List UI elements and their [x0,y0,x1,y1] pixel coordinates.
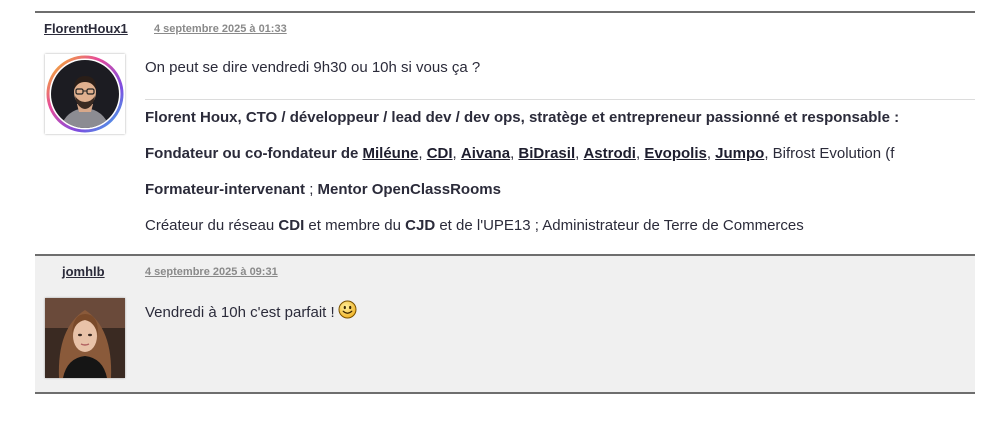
signature-link-evopolis[interactable]: Evopolis [644,145,707,162]
separator: , [452,145,461,162]
avatar-image [45,298,125,378]
separator: , [418,145,427,162]
signature-link-mileune[interactable]: Miléune [363,145,419,162]
separator: , [706,145,716,162]
signature-line: Créateur du réseau CDI et membre du CJD … [145,216,975,236]
comment-post: FlorentHoux1 4 septembre 2025 à 01:33 On… [35,11,975,254]
signature-text: Créateur du réseau [145,217,279,234]
author-link[interactable]: jomhlb [62,264,105,279]
signature-text: Formateur-intervenant [145,181,306,198]
author-link[interactable]: FlorentHoux1 [44,21,128,36]
signature-link-jumpo[interactable]: Jumpo [715,145,764,162]
comment-post: jomhlb 4 septembre 2025 à 09:31 Vendredi… [35,254,975,394]
avatar-image [46,55,124,133]
signature-text: , Bifrost Evolution (f [764,145,895,162]
separator: ; [305,181,318,198]
signature-text: Mentor OpenClassRooms [317,181,501,198]
signature-text: CJD [405,217,436,234]
signature-link-bidrasil[interactable]: BiDrasil [518,145,575,162]
post-content: Vendredi à 10h c'est parfait ! [145,300,975,325]
user-signature: Florent Houx, CTO / développeur / lead d… [145,99,975,236]
signature-link-aivana[interactable]: Aivana [461,145,510,162]
signature-line: Fondateur ou co-fondateur de Miléune, CD… [145,144,975,164]
signature-line: Formateur-intervenant ; Mentor OpenClass… [145,180,975,200]
signature-line: Florent Houx, CTO / développeur / lead d… [145,109,900,126]
smiley-icon [338,300,357,325]
post-message: Vendredi à 10h c'est parfait ! [145,300,975,325]
post-date-link[interactable]: 4 septembre 2025 à 09:31 [145,266,278,278]
signature-text: et membre du [304,217,406,234]
signature-text: et de l'UPE13 ; Administrateur de Terre … [435,217,804,234]
post-message: On peut se dire vendredi 9h30 ou 10h si … [145,59,481,76]
post-message-text: Vendredi à 10h c'est parfait ! [145,304,335,321]
post-content: On peut se dire vendredi 9h30 ou 10h si … [145,58,975,236]
signature-text: CDI [278,217,305,234]
signature-link-astrodi[interactable]: Astrodi [583,145,636,162]
comment-thread: FlorentHoux1 4 septembre 2025 à 01:33 On… [35,11,975,394]
signature-text: Fondateur ou co-fondateur de [145,145,363,162]
avatar[interactable] [45,298,125,378]
signature-link-cdi[interactable]: CDI [427,145,453,162]
avatar[interactable] [45,54,125,134]
post-date-link[interactable]: 4 septembre 2025 à 01:33 [154,23,287,35]
